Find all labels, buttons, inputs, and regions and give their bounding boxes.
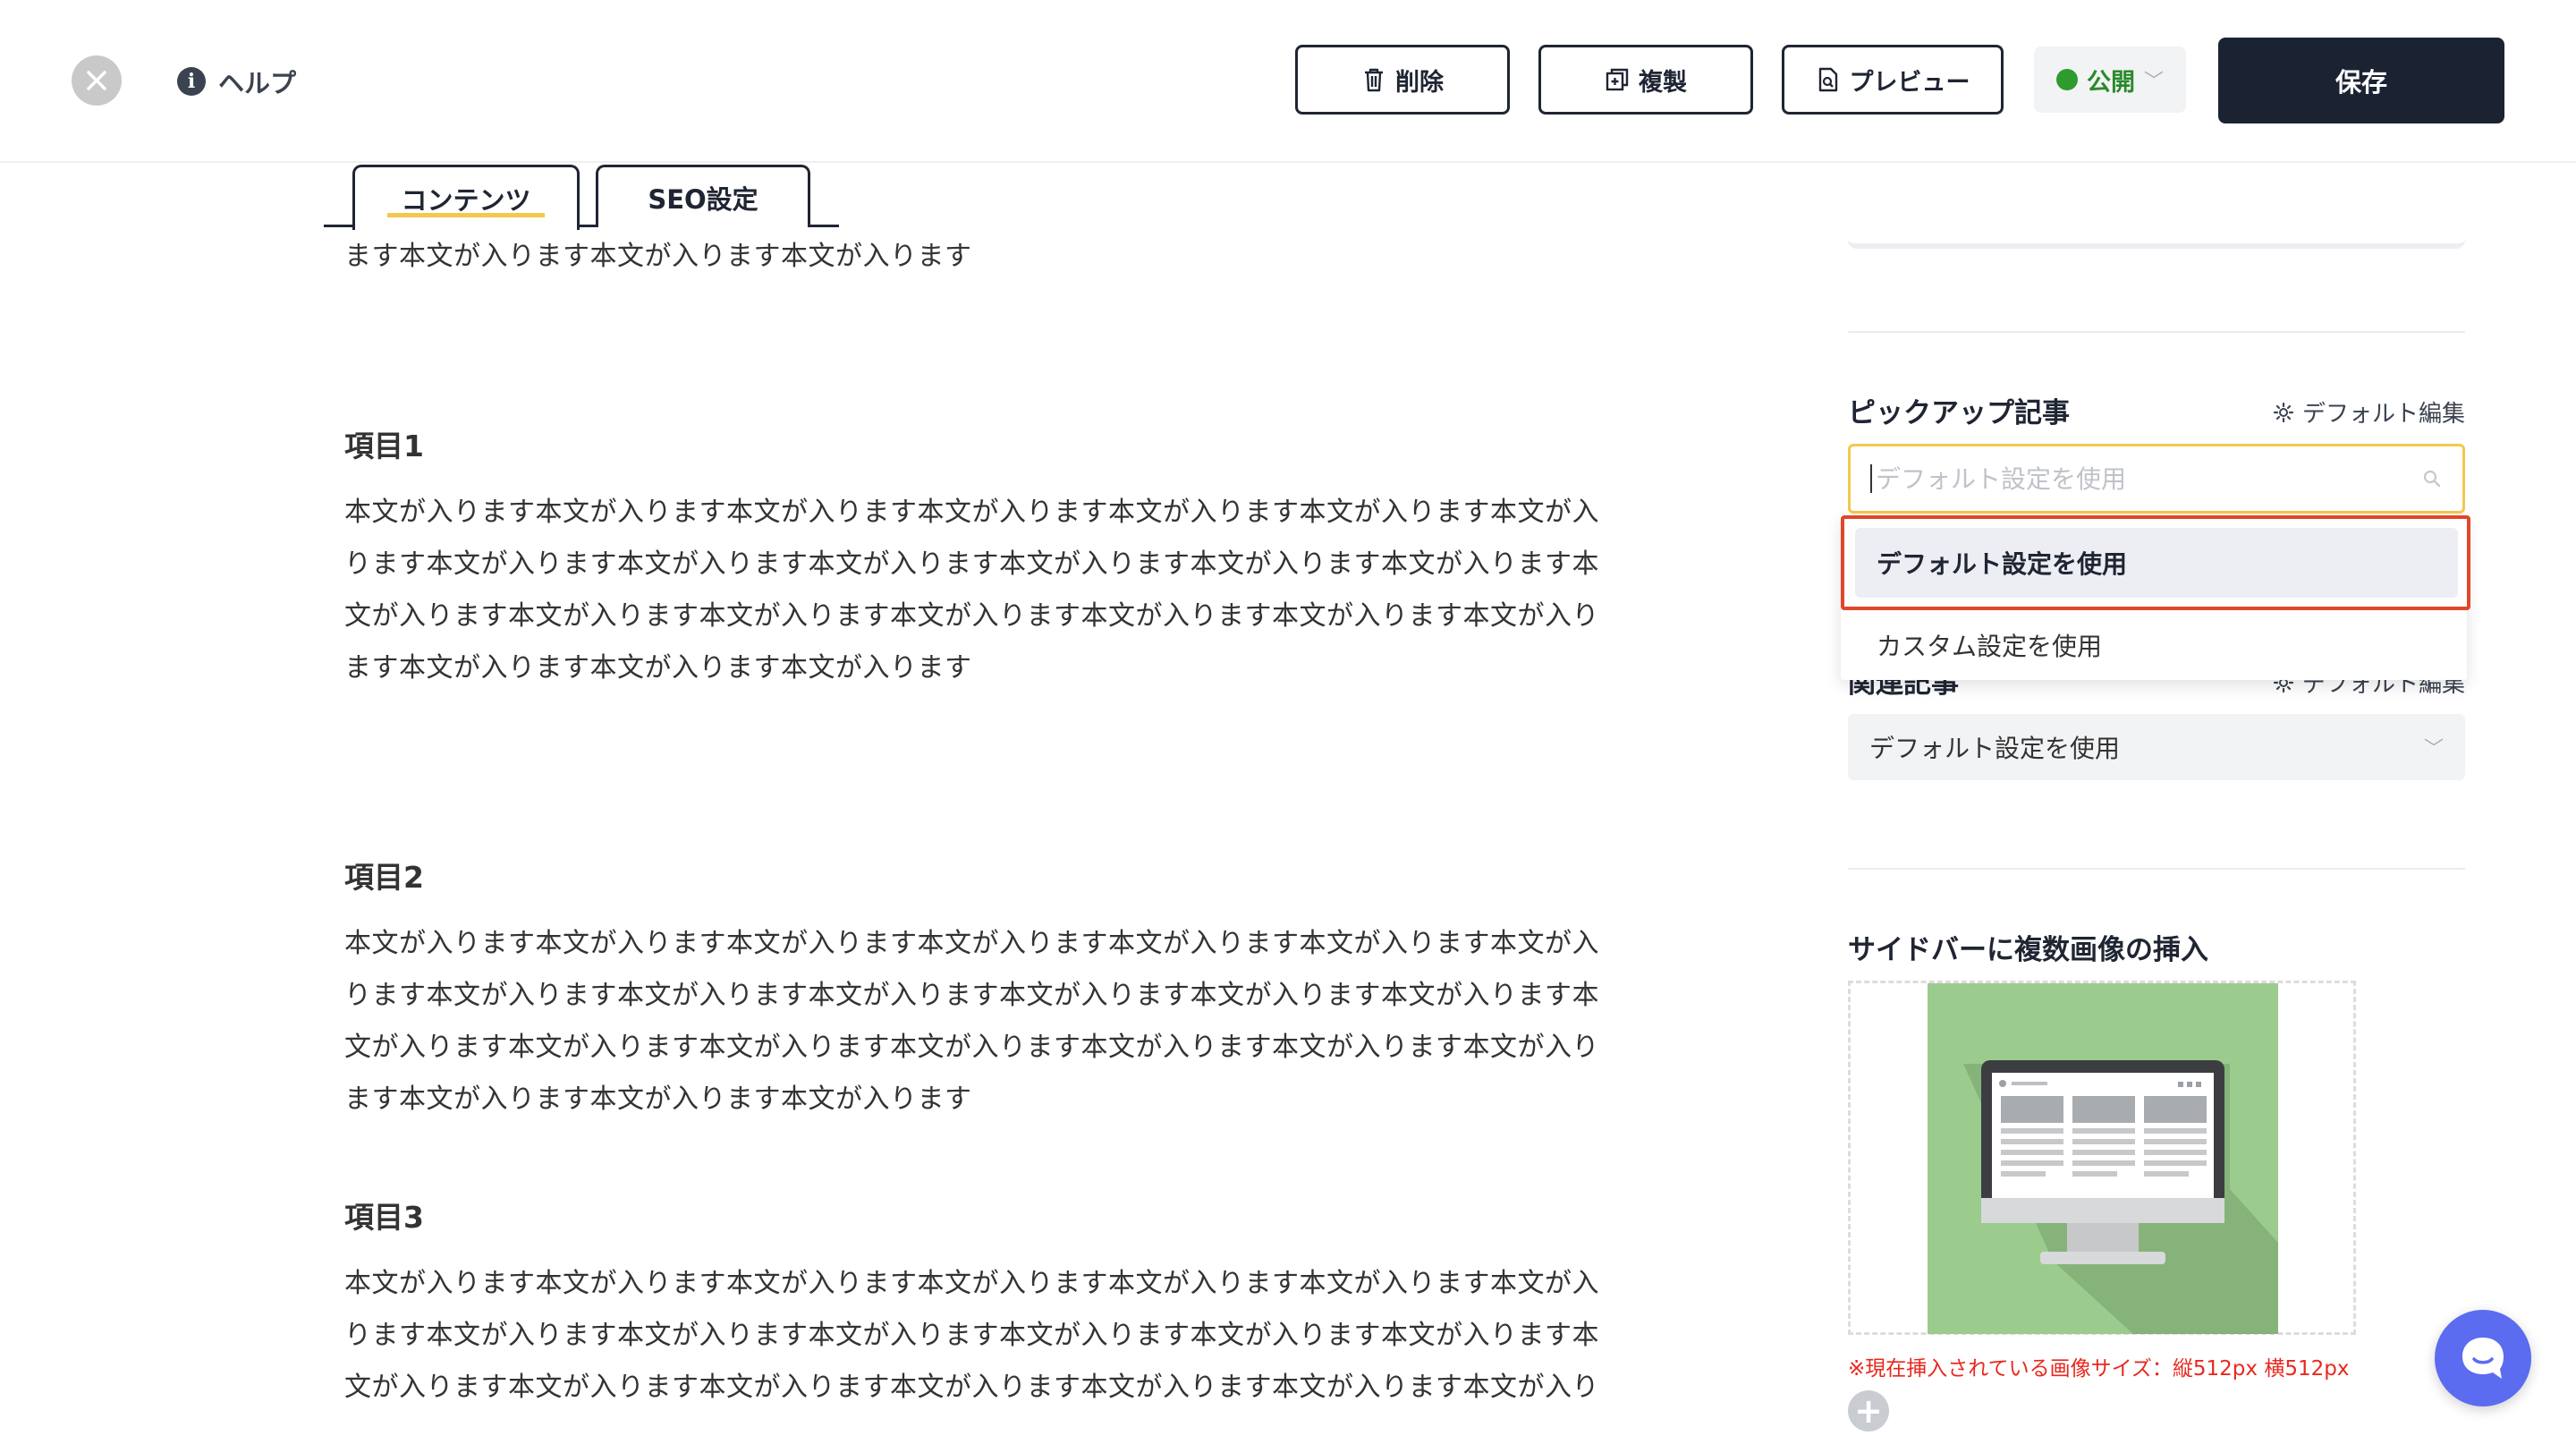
close-button[interactable] <box>72 55 122 106</box>
help-label: ヘルプ <box>218 68 297 98</box>
editor-tabs: コンテンツ SEO設定 <box>324 165 839 230</box>
tab-content[interactable]: コンテンツ <box>352 165 580 230</box>
plus-icon: + <box>1854 1391 1883 1431</box>
section-heading: 項目3 <box>344 1200 424 1235</box>
duplicate-icon <box>1606 68 1629 91</box>
paragraph-line: 本文が入ります本文が入ります本文が入ります本文が入ります本文が入ります本文が入り… <box>344 928 1599 959</box>
paragraph-line: ます本文が入ります本文が入ります本文が入ります <box>344 1083 972 1115</box>
paragraph-line: 文が入ります本文が入ります本文が入ります本文が入ります本文が入ります本文が入りま… <box>344 1032 1599 1063</box>
chat-icon <box>2462 1338 2504 1379</box>
chat-support-button[interactable] <box>2435 1310 2531 1406</box>
related-select[interactable]: デフォルト設定を使用 ﹀ <box>1848 714 2465 780</box>
status-dot <box>2055 69 2078 90</box>
delete-button[interactable]: 削除 <box>1295 45 1510 115</box>
preview-button[interactable]: プレビュー <box>1782 45 2004 115</box>
duplicate-button[interactable]: 複製 <box>1538 45 1753 115</box>
pickup-options-dropdown: デフォルト設定を使用 カスタム設定を使用 <box>1841 515 2470 680</box>
delete-label: 削除 <box>1395 68 1444 97</box>
section-divider <box>1848 331 2465 333</box>
text-caret <box>1870 464 1872 493</box>
tab-seo[interactable]: SEO設定 <box>596 165 810 227</box>
save-button[interactable]: 保存 <box>2218 38 2504 123</box>
dropdown-option-custom[interactable]: カスタム設定を使用 <box>1877 621 2102 669</box>
status-label: 公開 <box>2086 68 2135 97</box>
paragraph-line: 本文が入ります本文が入ります本文が入ります本文が入ります本文が入ります本文が入り… <box>344 1268 1599 1299</box>
previous-section-edge <box>1848 220 2465 249</box>
chevron-down-icon: ﹀ <box>2423 738 2444 760</box>
image-dropzone[interactable] <box>1848 981 2356 1335</box>
top-toolbar: i ヘルプ 削除 複製 プレビュー 公開 ﹀ 保存 <box>0 0 2576 163</box>
tab-seo-label: SEO設定 <box>648 183 758 215</box>
help-link[interactable]: i ヘルプ <box>177 63 296 100</box>
images-title: サイドバーに複数画像の挿入 <box>1848 934 2208 966</box>
active-tab-underline <box>387 213 545 217</box>
section-paragraph: 本文が入ります本文が入ります本文が入ります本文が入ります本文が入ります本文が入り… <box>344 1258 1599 1414</box>
default-edit-label: デフォルト編集 <box>2302 401 2466 428</box>
add-image-button[interactable]: + <box>1848 1390 1889 1432</box>
publish-status-select[interactable]: 公開 ﹀ <box>2034 47 2186 113</box>
duplicate-label: 複製 <box>1639 68 1687 97</box>
preview-label: プレビュー <box>1849 68 1970 97</box>
trash-icon <box>1365 68 1383 92</box>
section-divider <box>1848 868 2465 870</box>
paragraph-line: ります本文が入ります本文が入ります本文が入ります本文が入ります本文が入ります本文… <box>344 980 1599 1011</box>
pickup-default-edit-link[interactable]: デフォルト編集 <box>2272 395 2465 429</box>
paragraph-line: 文が入ります本文が入ります本文が入ります本文が入ります本文が入ります本文が入りま… <box>344 600 1599 632</box>
section-heading: 項目2 <box>344 860 424 895</box>
tab-content-label: コンテンツ <box>401 185 531 216</box>
related-selected-value: デフォルト設定を使用 <box>1869 734 2121 763</box>
chevron-down-icon: ﹀ <box>2143 71 2164 93</box>
paragraph-line: ります本文が入ります本文が入ります本文が入ります本文が入ります本文が入ります本文… <box>344 1320 1599 1351</box>
search-icon <box>2423 470 2441 488</box>
section-heading: 項目1 <box>344 429 424 463</box>
image-size-note: ※現在挿入されている画像サイズ：縦512px 横512px <box>1848 1357 2350 1381</box>
paragraph-line: ます本文が入ります本文が入ります本文が入ります <box>344 241 972 272</box>
dropdown-option-default[interactable]: デフォルト設定を使用 <box>1855 528 2458 598</box>
paragraph-line: ます本文が入ります本文が入ります本文が入ります <box>344 652 972 684</box>
monitor-image <box>1928 983 2278 1334</box>
section-paragraph: 本文が入ります本文が入ります本文が入ります本文が入ります本文が入ります本文が入り… <box>344 918 1599 1126</box>
pickup-search-input[interactable] <box>1848 444 2465 514</box>
gear-icon <box>2273 402 2294 422</box>
paragraph-line: 本文が入ります本文が入ります本文が入ります本文が入ります本文が入ります本文が入り… <box>344 497 1599 528</box>
preview-icon <box>1818 67 1837 92</box>
pickup-title: ピックアップ記事 <box>1848 397 2070 429</box>
section-paragraph: 本文が入ります本文が入ります本文が入ります本文が入ります本文が入ります本文が入り… <box>344 487 1599 694</box>
article-body[interactable]: ます本文が入ります本文が入ります本文が入ります 項目1 本文が入ります本文が入り… <box>344 231 1677 1414</box>
paragraph-line: ります本文が入ります本文が入ります本文が入ります本文が入ります本文が入ります本文… <box>344 548 1599 580</box>
info-icon: i <box>177 67 206 96</box>
pickup-search-field[interactable] <box>1874 463 2421 495</box>
paragraph-line: 文が入ります本文が入ります本文が入ります本文が入ります本文が入ります本文が入りま… <box>344 1372 1599 1403</box>
close-icon <box>87 71 106 90</box>
